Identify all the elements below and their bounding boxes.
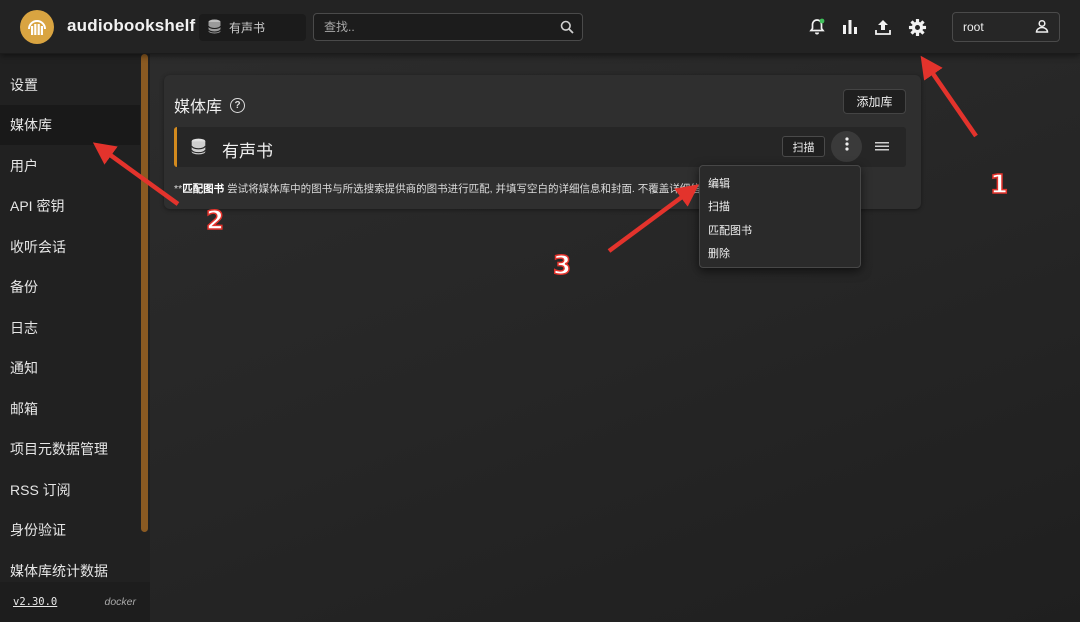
user-icon <box>1035 19 1049 36</box>
add-library-button[interactable]: 添加库 <box>843 89 906 114</box>
deployment-label: docker <box>104 596 136 608</box>
scan-button[interactable]: 扫描 <box>782 136 825 157</box>
sidebar-item-label: 设置 <box>10 77 38 93</box>
database-icon <box>191 138 206 160</box>
note-text: 尝试将媒体库中的图书与所选搜索提供商的图书进行匹配, 并填写空白的详细信息和封面… <box>224 183 715 195</box>
top-bar: audiobookshelf 有声书 查找.. root <box>0 0 1080 54</box>
upload-icon[interactable] <box>873 17 893 37</box>
library-context-menu: 编辑 扫描 匹配图书 删除 <box>699 165 861 268</box>
match-books-note: **匹配图书 尝试将媒体库中的图书与所选搜索提供商的图书进行匹配, 并填写空白的… <box>174 181 714 196</box>
sidebar-item-users[interactable]: 用户 <box>0 146 140 186</box>
sidebar-item-label: 通知 <box>10 360 38 376</box>
menu-item-delete[interactable]: 删除 <box>700 242 860 266</box>
menu-item-match-books[interactable]: 匹配图书 <box>700 218 860 242</box>
more-vertical-icon <box>844 137 849 156</box>
sidebar-item-label: 日志 <box>10 320 38 336</box>
sidebar-item-label: 收听会话 <box>10 239 66 255</box>
drag-handle-icon[interactable] <box>875 140 889 158</box>
menu-item-edit[interactable]: 编辑 <box>700 171 860 195</box>
more-options-button[interactable] <box>831 131 862 162</box>
sidebar-item-libraries[interactable]: 媒体库 <box>0 105 140 145</box>
sidebar-item-label: API 密钥 <box>10 198 65 214</box>
sidebar-item-rss[interactable]: RSS 订阅 <box>0 470 140 510</box>
sidebar-item-label: 邮箱 <box>10 401 38 417</box>
sidebar-item-api-keys[interactable]: API 密钥 <box>0 186 140 226</box>
sidebar-item-metadata[interactable]: 项目元数据管理 <box>0 429 140 469</box>
app-title[interactable]: audiobookshelf <box>67 16 195 36</box>
sidebar-item-sessions[interactable]: 收听会话 <box>0 227 140 267</box>
user-menu-button[interactable]: root <box>952 12 1060 42</box>
sidebar-footer: v2.30.0 docker <box>0 582 150 622</box>
sidebar-item-label: 用户 <box>10 158 38 174</box>
username: root <box>963 20 984 34</box>
help-icon[interactable]: ? <box>230 97 246 113</box>
note-prefix: ** <box>174 183 183 195</box>
gear-icon[interactable] <box>907 17 927 37</box>
sidebar-item-label: 媒体库统计数据 <box>10 563 108 579</box>
sidebar-item-label: 身份验证 <box>10 522 66 538</box>
sidebar-item-label: 媒体库 <box>10 117 52 133</box>
library-select-value: 有声书 <box>229 21 266 35</box>
sidebar-item-backups[interactable]: 备份 <box>0 267 140 307</box>
settings-sidebar: 设置 媒体库 用户 API 密钥 收听会话 备份 日志 通知 邮箱 项目元数据管… <box>0 54 150 622</box>
page-title: 媒体库 ? <box>174 93 246 117</box>
main-content: 媒体库 ? 添加库 有声书 扫描 **匹配图书 尝试将媒体库中的图书与所选搜索提… <box>150 54 1080 622</box>
sidebar-item-authentication[interactable]: 身份验证 <box>0 510 140 550</box>
sidebar-item-label: RSS 订阅 <box>10 482 71 498</box>
sidebar-scrollbar[interactable] <box>141 54 148 532</box>
menu-item-scan[interactable]: 扫描 <box>700 195 860 219</box>
sidebar-item-logs[interactable]: 日志 <box>0 308 140 348</box>
page-title-text: 媒体库 <box>174 99 223 116</box>
search-input[interactable] <box>314 14 582 40</box>
note-bold: 匹配图书 <box>182 183 225 195</box>
search-box <box>313 13 583 41</box>
library-name: 有声书 <box>222 142 273 161</box>
bell-icon[interactable] <box>807 17 827 37</box>
database-icon <box>208 19 221 37</box>
sidebar-item-label: 备份 <box>10 279 38 295</box>
annotation-label-2: 2 <box>205 205 225 237</box>
search-icon[interactable] <box>560 20 574 39</box>
sidebar-item-email[interactable]: 邮箱 <box>0 389 140 429</box>
sidebar-item-notifications[interactable]: 通知 <box>0 348 140 388</box>
library-row[interactable]: 有声书 扫描 <box>174 127 906 167</box>
sidebar-item-label: 项目元数据管理 <box>10 441 108 457</box>
app-logo-icon[interactable] <box>20 10 54 44</box>
library-select[interactable]: 有声书 <box>199 14 306 41</box>
sidebar-item-settings[interactable]: 设置 <box>0 65 140 105</box>
version-link[interactable]: v2.30.0 <box>13 596 57 608</box>
annotation-label-1: 1 <box>989 169 1009 201</box>
stats-icon[interactable] <box>840 17 860 37</box>
annotation-label-3: 3 <box>552 250 572 282</box>
